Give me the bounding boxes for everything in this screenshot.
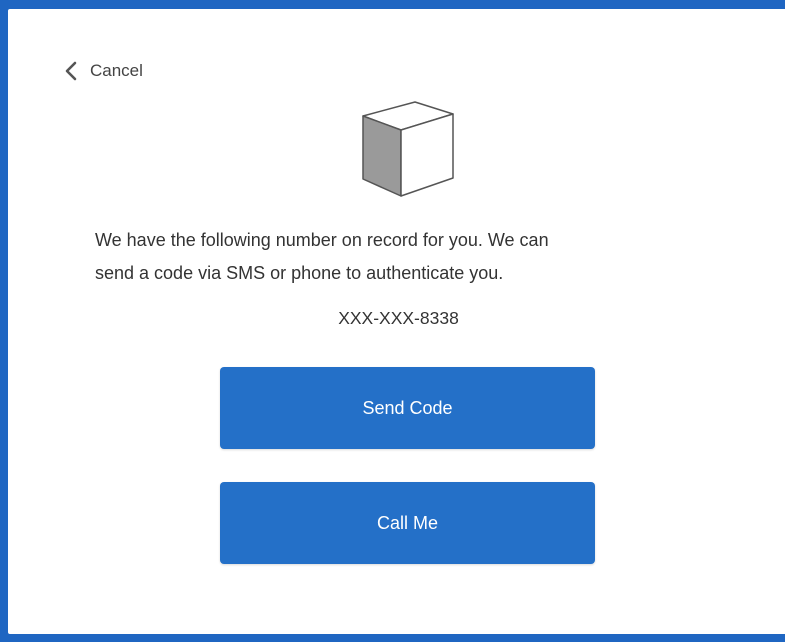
cancel-link[interactable]: Cancel: [62, 59, 143, 83]
call-me-button[interactable]: Call Me: [220, 482, 595, 564]
masked-phone-number: XXX-XXX-8338: [338, 308, 459, 328]
chevron-left-icon: [65, 61, 77, 81]
instruction-line-1: We have the following number on record f…: [95, 230, 549, 250]
cube-icon: [362, 101, 454, 197]
cancel-label: Cancel: [90, 61, 143, 80]
instruction-line-2: send a code via SMS or phone to authenti…: [95, 263, 504, 283]
window-frame: Cancel We have the following number on r…: [0, 0, 785, 642]
instruction-text: We have the following number on record f…: [95, 224, 715, 290]
send-code-button[interactable]: Send Code: [220, 367, 595, 449]
auth-panel: Cancel We have the following number on r…: [8, 9, 785, 634]
